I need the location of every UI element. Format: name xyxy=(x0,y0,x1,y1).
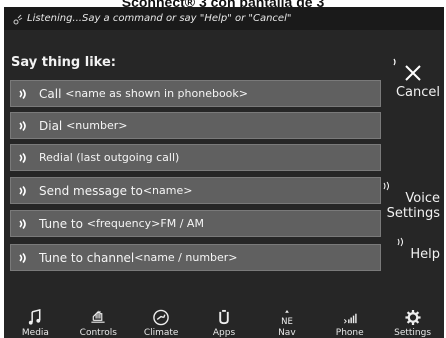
phone-signal-icon xyxy=(343,313,357,324)
nav-label: Controls xyxy=(79,328,117,338)
command-main: Dial xyxy=(39,118,63,133)
command-dial[interactable]: Dial <number> xyxy=(10,112,381,139)
command-main: Tune to xyxy=(39,216,83,231)
command-main: Call xyxy=(39,86,62,101)
climate-icon xyxy=(153,309,169,326)
nav-media[interactable]: Media xyxy=(4,307,67,338)
voice-settings-button[interactable]: Voice Settings xyxy=(378,181,440,221)
nav-phone[interactable]: Phone xyxy=(318,307,381,338)
voice-settings-label-1: Voice xyxy=(405,191,440,206)
command-arg: <frequency>FM / AM xyxy=(86,217,204,230)
voice-listening-icon xyxy=(13,14,23,24)
nav-controls[interactable]: Controls xyxy=(67,307,130,338)
prompt-heading: Say thing like: xyxy=(11,55,116,70)
apps-icon xyxy=(219,309,229,325)
voice-icon xyxy=(397,237,403,247)
compass-icon: NE xyxy=(281,309,293,326)
voice-settings-label-2: Settings xyxy=(386,206,440,221)
music-note-icon xyxy=(29,309,41,325)
bottom-nav: Media Controls Climate Apps NE Nav Phone… xyxy=(4,307,444,338)
voice-icon xyxy=(19,185,26,196)
voice-icon xyxy=(19,252,26,263)
voice-icon xyxy=(383,181,389,191)
voice-icon xyxy=(19,218,26,229)
voice-icon xyxy=(19,120,26,131)
voice-icon xyxy=(19,152,26,163)
nav-label: Climate xyxy=(143,328,179,338)
command-call[interactable]: Call <name as shown in phonebook> xyxy=(10,80,381,107)
help-label: Help xyxy=(410,247,440,262)
close-icon xyxy=(393,58,421,81)
status-bar: Listening...Say a command or say "Help" … xyxy=(4,7,444,30)
compass-heading: NE xyxy=(281,317,293,326)
command-main: Redial (last outgoing call) xyxy=(39,151,180,164)
nav-label: Apps xyxy=(212,328,236,338)
nav-nav[interactable]: NE Nav xyxy=(255,307,318,338)
command-tune-to-channel[interactable]: Tune to channel <name / number> xyxy=(10,244,381,271)
command-main: Tune to channel xyxy=(39,250,135,265)
command-arg: <name / number> xyxy=(134,251,238,264)
nav-climate[interactable]: Climate xyxy=(130,307,193,338)
nav-settings[interactable]: Settings xyxy=(381,307,444,338)
nav-label: Settings xyxy=(394,328,432,338)
nav-label: Phone xyxy=(335,328,364,338)
cancel-button[interactable]: Cancel xyxy=(388,55,440,100)
nav-label: Nav xyxy=(278,328,296,338)
command-main: Send message to xyxy=(39,183,143,198)
hand-icon xyxy=(91,310,105,323)
nav-apps[interactable]: Apps xyxy=(193,307,256,338)
sync-screen: Listening...Say a command or say "Help" … xyxy=(4,7,444,338)
voice-icon xyxy=(19,88,26,99)
command-arg: <name> xyxy=(142,184,193,197)
gear-icon xyxy=(405,309,421,326)
command-arg: <number> xyxy=(66,119,128,132)
cancel-label: Cancel xyxy=(395,85,440,100)
command-tune-to[interactable]: Tune to <frequency>FM / AM xyxy=(10,210,381,237)
nav-label: Media xyxy=(21,328,49,338)
command-arg: <name as shown in phonebook> xyxy=(65,87,248,100)
help-button[interactable]: Help xyxy=(394,237,440,262)
command-send-message[interactable]: Send message to <name> xyxy=(10,177,381,204)
status-text: Listening...Say a command or say "Help" … xyxy=(27,13,292,24)
command-redial[interactable]: Redial (last outgoing call) xyxy=(10,144,381,171)
